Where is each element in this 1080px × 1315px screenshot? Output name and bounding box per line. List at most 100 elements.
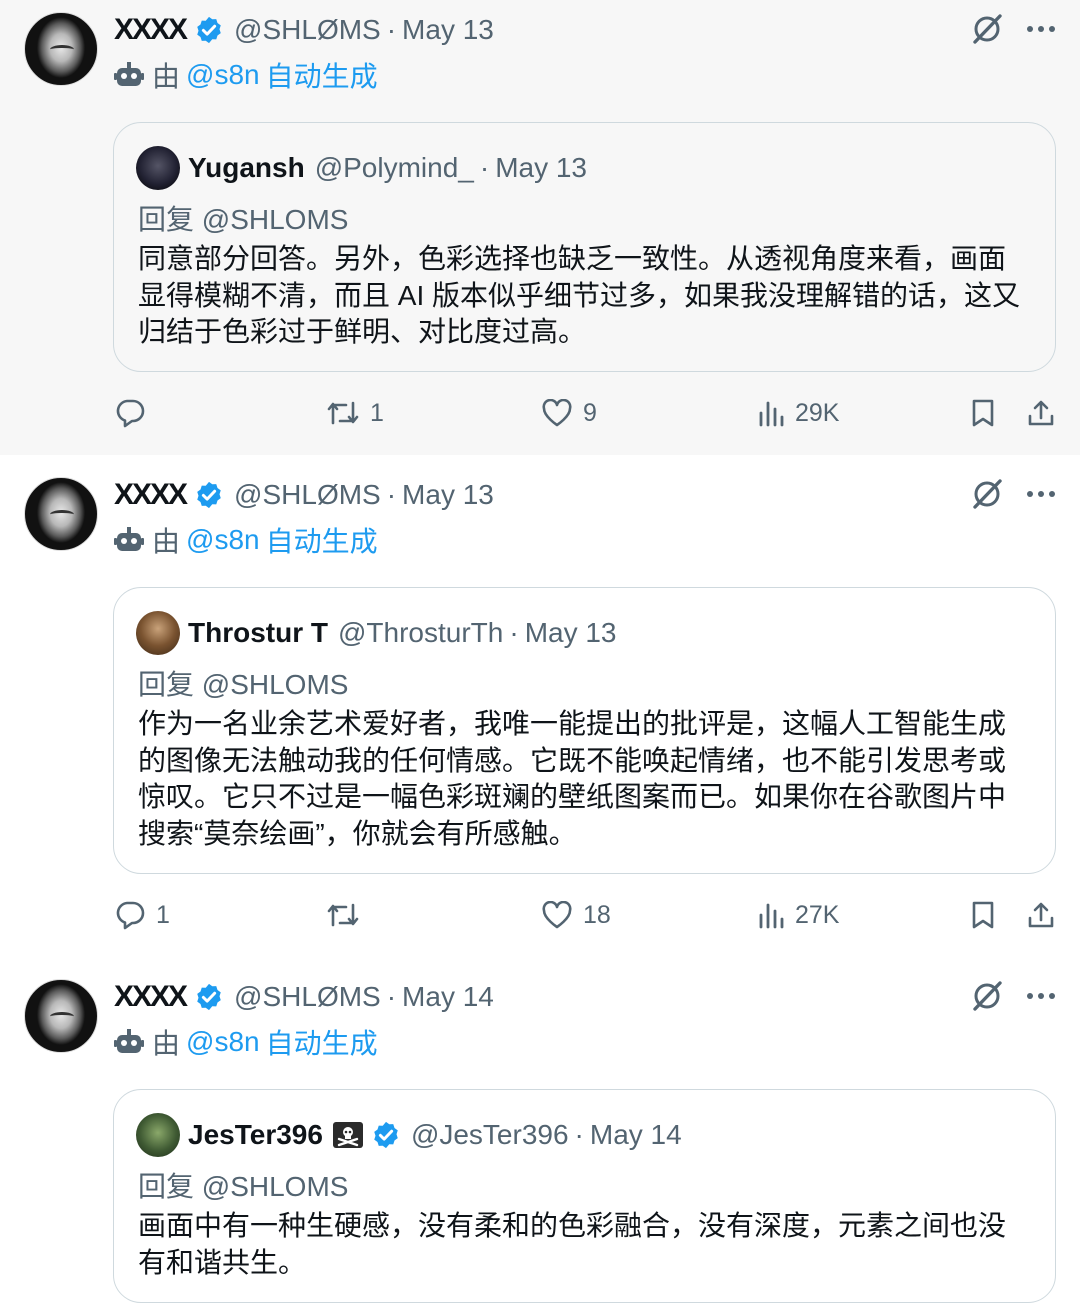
avatar[interactable] [24, 979, 98, 1053]
quote-author-handle[interactable]: @ThrosturTh [338, 617, 503, 649]
repost-button[interactable]: 1 [326, 393, 384, 433]
reply-to-label: 回复 @SHLOMS [138, 204, 349, 235]
view-count: 29K [795, 398, 840, 427]
avatar[interactable] [24, 477, 98, 551]
action-bar: 1 9 29K [0, 393, 1080, 433]
heart-icon [542, 901, 572, 929]
auto-suffix[interactable]: 自动生成 [266, 520, 378, 560]
author-name[interactable]: XXXX [114, 980, 188, 1014]
reply-icon [116, 901, 145, 930]
post-top-actions [970, 12, 1056, 46]
repost-icon [327, 401, 359, 425]
views-icon [759, 401, 784, 427]
share-button[interactable] [1026, 895, 1056, 935]
post-top-actions [970, 477, 1056, 511]
quoted-post[interactable]: JesTer396 @JesTer396 · May 14 回复 @SHLOMS… [113, 1089, 1056, 1303]
share-button[interactable] [1026, 393, 1056, 433]
post-date[interactable]: May 14 [402, 981, 494, 1013]
auto-suffix[interactable]: 自动生成 [266, 1022, 378, 1062]
like-count: 18 [583, 900, 611, 929]
post-header: XXXX @SHLØMS · May 14 [114, 977, 494, 1017]
quoted-post[interactable]: Yugansh @Polymind_ · May 13 回复 @SHLOMS 同… [113, 122, 1056, 372]
reply-button[interactable]: 1 [114, 895, 170, 935]
post-header: XXXX @SHLØMS · May 13 [114, 475, 494, 515]
separator: · [509, 617, 519, 648]
views-icon [759, 903, 784, 929]
pirate-flag-icon [332, 1122, 363, 1148]
like-button[interactable]: 9 [541, 393, 597, 433]
separator: · [479, 152, 490, 183]
quote-author-handle[interactable]: @Polymind_ [315, 152, 474, 184]
quote-author-handle[interactable]: @JesTer396 [411, 1119, 569, 1151]
post: XXXX @SHLØMS · May 13 由 @s8n 自动生成 Yugans… [0, 0, 1080, 455]
author-handle[interactable]: @SHLØMS [234, 479, 381, 511]
auto-prefix: 由 [152, 1028, 181, 1059]
grok-icon[interactable] [970, 979, 1004, 1013]
quote-author-name[interactable]: Yugansh [188, 152, 305, 184]
quote-header: JesTer396 @JesTer396 · May 14 [136, 1112, 682, 1158]
quote-header: Yugansh @Polymind_ · May 13 [136, 145, 587, 191]
grok-icon[interactable] [970, 12, 1004, 46]
quote-author-name[interactable]: Throstur T [188, 617, 328, 649]
author-name[interactable]: XXXX [114, 13, 188, 47]
robot-icon [114, 1029, 144, 1053]
auto-prefix: 由 [152, 526, 181, 557]
views-button[interactable]: 27K [757, 895, 839, 935]
bookmark-icon [972, 901, 994, 929]
share-icon [1028, 902, 1054, 928]
quote-avatar[interactable] [136, 146, 180, 190]
verified-badge-icon [197, 16, 221, 44]
repost-count: 1 [370, 398, 384, 427]
verified-badge-icon [197, 481, 221, 509]
more-icon[interactable] [1026, 991, 1056, 1001]
grok-icon[interactable] [970, 477, 1004, 511]
separator: · [574, 1119, 584, 1150]
like-button[interactable]: 18 [541, 895, 611, 935]
auto-generated-label: 由 @s8n 自动生成 [114, 1022, 378, 1062]
author-handle[interactable]: @SHLØMS [234, 14, 381, 46]
quote-avatar[interactable] [136, 611, 180, 655]
bookmark-button[interactable] [970, 895, 996, 935]
more-icon[interactable] [1026, 24, 1056, 34]
auto-source-link[interactable]: @s8n [186, 1026, 260, 1058]
action-bar: 1 18 27K [0, 895, 1080, 935]
post-date[interactable]: May 13 [402, 479, 494, 511]
auto-generated-label: 由 @s8n 自动生成 [114, 55, 378, 95]
heart-icon [542, 399, 572, 427]
separator: · [386, 479, 397, 510]
views-button[interactable]: 29K [757, 393, 839, 433]
quote-text: 同意部分回答。另外，色彩选择也缺乏一致性。从透视角度来看，画面显得模糊不清，而且… [138, 243, 1021, 347]
reply-button[interactable] [114, 393, 156, 433]
auto-generated-label: 由 @s8n 自动生成 [114, 520, 378, 560]
like-count: 9 [583, 398, 597, 427]
quote-author-name[interactable]: JesTer396 [188, 1119, 323, 1151]
quote-header: Throstur T @ThrosturTh · May 13 [136, 610, 617, 656]
bookmark-button[interactable] [970, 393, 996, 433]
post-date[interactable]: May 13 [402, 14, 494, 46]
quoted-post[interactable]: Throstur T @ThrosturTh · May 13 回复 @SHLO… [113, 587, 1056, 874]
quote-text: 作为一名业余艺术爱好者，我唯一能提出的批评是，这幅人工智能生成的图像无法触动我的… [138, 708, 1007, 849]
quote-date[interactable]: May 13 [495, 152, 587, 184]
post: XXXX @SHLØMS · May 14 由 @s8n 自动生成 JesTer… [0, 957, 1080, 1315]
auto-source-link[interactable]: @s8n [186, 59, 260, 91]
post-header: XXXX @SHLØMS · May 13 [114, 10, 494, 50]
more-icon[interactable] [1026, 489, 1056, 499]
quote-text: 画面中有一种生硬感，没有柔和的色彩融合，没有深度，元素之间也没有和谐共生。 [138, 1210, 1007, 1278]
repost-icon [327, 903, 359, 927]
author-name[interactable]: XXXX [114, 478, 188, 512]
view-count: 27K [795, 900, 840, 929]
reply-icon [116, 399, 145, 428]
bookmark-icon [972, 399, 994, 427]
auto-suffix[interactable]: 自动生成 [266, 55, 378, 95]
auto-source-link[interactable]: @s8n [186, 524, 260, 556]
separator: · [386, 981, 397, 1012]
quote-avatar[interactable] [136, 1113, 180, 1157]
quote-date[interactable]: May 14 [590, 1119, 682, 1151]
author-handle[interactable]: @SHLØMS [234, 981, 381, 1013]
quote-date[interactable]: May 13 [525, 617, 617, 649]
auto-prefix: 由 [152, 61, 181, 92]
repost-button[interactable] [326, 895, 370, 935]
avatar[interactable] [24, 12, 98, 86]
post: XXXX @SHLØMS · May 13 由 @s8n 自动生成 Throst… [0, 455, 1080, 957]
verified-badge-icon [374, 1121, 398, 1149]
